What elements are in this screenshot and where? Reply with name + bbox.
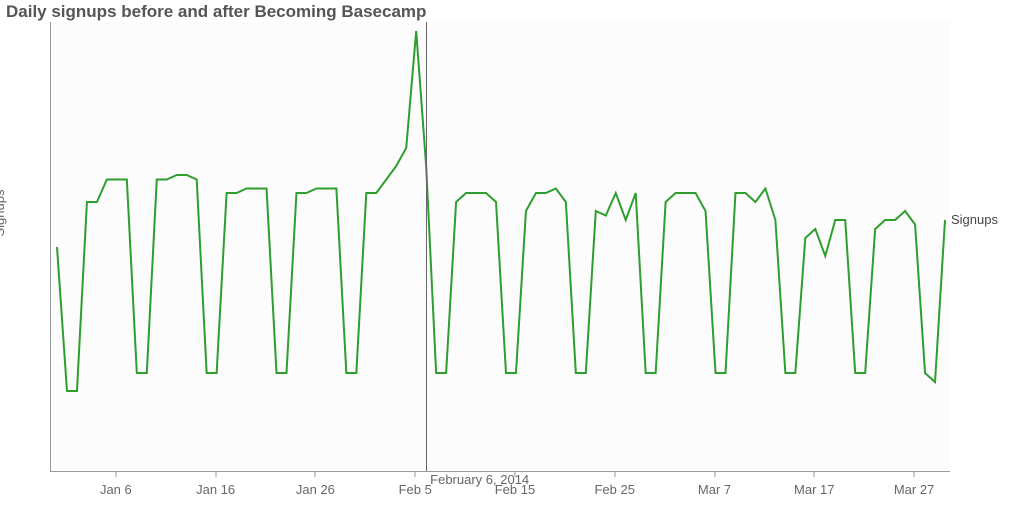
x-axis-ticks: Jan 6 Jan 16 Jan 26 Feb 5 Feb 15 Feb 25 Mar 7 M…	[50, 482, 950, 502]
x-tick-label: Feb 5	[399, 482, 432, 497]
x-tick-label: Mar 7	[698, 482, 731, 497]
signups-line	[57, 31, 945, 391]
x-tick-label: Jan 6	[100, 482, 132, 497]
series-end-label: Signups	[951, 212, 998, 227]
x-tick-mark	[914, 472, 915, 477]
x-tick-label: Jan 16	[196, 482, 235, 497]
x-tick-mark	[215, 472, 216, 477]
x-tick-mark	[714, 472, 715, 477]
x-tick-mark	[814, 472, 815, 477]
x-tick-label: Feb 15	[495, 482, 535, 497]
x-tick-mark	[415, 472, 416, 477]
plot-area: February 6, 2014 Signups	[50, 22, 950, 472]
x-tick-mark	[315, 472, 316, 477]
x-tick-mark	[614, 472, 615, 477]
y-axis-label: Signups	[0, 190, 7, 237]
x-tick-mark	[514, 472, 515, 477]
x-tick-label: Mar 17	[794, 482, 834, 497]
chart-container: Daily signups before and after Becoming …	[0, 0, 1024, 520]
x-tick-label: Jan 26	[296, 482, 335, 497]
x-tick-label: Mar 27	[894, 482, 934, 497]
annotation-vertical-line	[426, 22, 427, 471]
x-tick-label: Feb 25	[594, 482, 634, 497]
x-tick-mark	[115, 472, 116, 477]
line-series-svg	[51, 22, 951, 472]
chart-title: Daily signups before and after Becoming …	[6, 2, 426, 22]
